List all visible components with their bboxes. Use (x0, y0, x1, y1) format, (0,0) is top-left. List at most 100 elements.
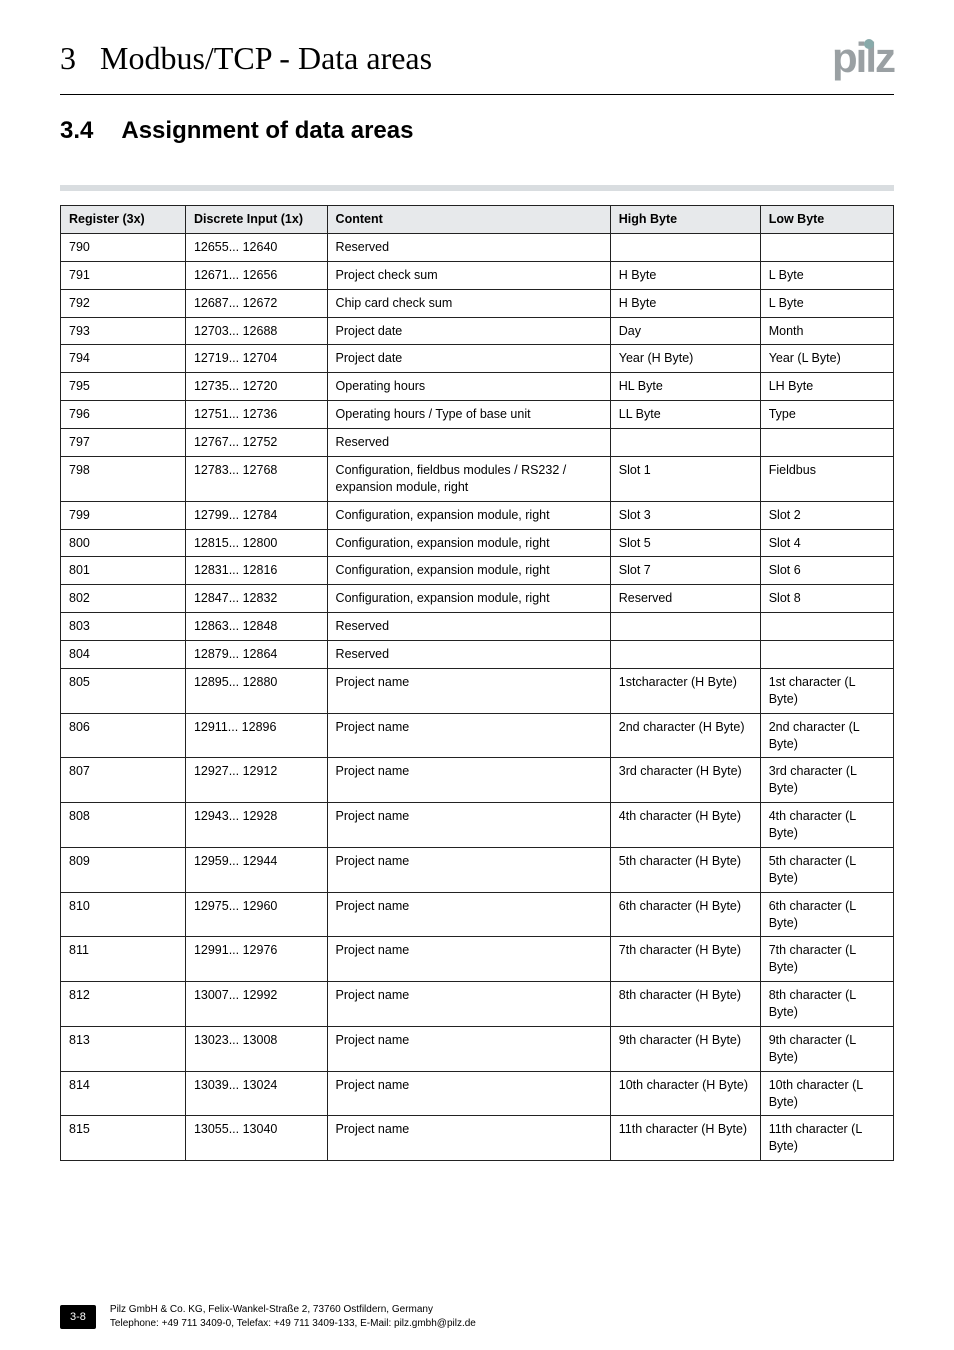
cell-reg: 815 (61, 1116, 186, 1161)
cell-content: Configuration, expansion module, right (327, 529, 610, 557)
chapter-title: Modbus/TCP - Data areas (100, 40, 432, 77)
cell-lb: Year (L Byte) (760, 345, 893, 373)
cell-di: 12831... 12816 (185, 557, 327, 585)
cell-reg: 790 (61, 233, 186, 261)
cell-di: 12847... 12832 (185, 585, 327, 613)
cell-reg: 814 (61, 1071, 186, 1116)
cell-lb: Slot 8 (760, 585, 893, 613)
cell-reg: 810 (61, 892, 186, 937)
brand-logo: pilz (820, 34, 894, 82)
cell-reg: 800 (61, 529, 186, 557)
cell-reg: 794 (61, 345, 186, 373)
cell-reg: 806 (61, 713, 186, 758)
cell-hb: 2nd character (H Byte) (610, 713, 760, 758)
cell-reg: 792 (61, 289, 186, 317)
cell-di: 12959... 12944 (185, 847, 327, 892)
cell-reg: 795 (61, 373, 186, 401)
table-row: 79412719... 12704Project dateYear (H Byt… (61, 345, 894, 373)
cell-content: Project date (327, 317, 610, 345)
th-low-byte: Low Byte (760, 206, 893, 234)
cell-lb: 9th character (L Byte) (760, 1026, 893, 1071)
cell-lb: 2nd character (L Byte) (760, 713, 893, 758)
table-row: 80412879... 12864Reserved (61, 641, 894, 669)
cell-di: 12735... 12720 (185, 373, 327, 401)
cell-di: 12991... 12976 (185, 937, 327, 982)
cell-lb: LH Byte (760, 373, 893, 401)
cell-di: 12975... 12960 (185, 892, 327, 937)
cell-lb: L Byte (760, 261, 893, 289)
cell-reg: 804 (61, 641, 186, 669)
cell-reg: 793 (61, 317, 186, 345)
table-row: 79912799... 12784Configuration, expansio… (61, 501, 894, 529)
cell-content: Operating hours (327, 373, 610, 401)
cell-di: 12895... 12880 (185, 668, 327, 713)
cell-reg: 811 (61, 937, 186, 982)
cell-lb: 1st character (L Byte) (760, 668, 893, 713)
cell-content: Reserved (327, 641, 610, 669)
table-row: 81112991... 12976Project name7th charact… (61, 937, 894, 982)
cell-hb: Reserved (610, 585, 760, 613)
cell-di: 12719... 12704 (185, 345, 327, 373)
cell-di: 13055... 13040 (185, 1116, 327, 1161)
cell-hb: 1stcharacter (H Byte) (610, 668, 760, 713)
cell-reg: 791 (61, 261, 186, 289)
cell-lb (760, 429, 893, 457)
cell-di: 12783... 12768 (185, 456, 327, 501)
cell-lb: Type (760, 401, 893, 429)
cell-content: Project name (327, 668, 610, 713)
table-row: 80512895... 12880Project name1stcharacte… (61, 668, 894, 713)
table-row: 80112831... 12816Configuration, expansio… (61, 557, 894, 585)
table-row: 80712927... 12912Project name3rd charact… (61, 758, 894, 803)
cell-hb (610, 641, 760, 669)
cell-hb: H Byte (610, 261, 760, 289)
cell-content: Project name (327, 892, 610, 937)
section-number: 3.4 (60, 117, 93, 145)
table-row: 79812783... 12768Configuration, fieldbus… (61, 456, 894, 501)
table-row: 81213007... 12992Project name8th charact… (61, 982, 894, 1027)
cell-reg: 803 (61, 613, 186, 641)
cell-lb: Slot 6 (760, 557, 893, 585)
cell-content: Project name (327, 758, 610, 803)
table-row: 81012975... 12960Project name6th charact… (61, 892, 894, 937)
cell-hb: Slot 5 (610, 529, 760, 557)
cell-reg: 807 (61, 758, 186, 803)
cell-di: 12687... 12672 (185, 289, 327, 317)
cell-content: Chip card check sum (327, 289, 610, 317)
cell-reg: 796 (61, 401, 186, 429)
table-row: 79212687... 12672Chip card check sumH By… (61, 289, 894, 317)
cell-di: 12799... 12784 (185, 501, 327, 529)
cell-content: Project date (327, 345, 610, 373)
th-register: Register (3x) (61, 206, 186, 234)
cell-hb (610, 613, 760, 641)
cell-content: Configuration, expansion module, right (327, 585, 610, 613)
cell-di: 12767... 12752 (185, 429, 327, 457)
cell-lb: Slot 4 (760, 529, 893, 557)
table-row: 81513055... 13040Project name11th charac… (61, 1116, 894, 1161)
th-discrete-input: Discrete Input (1x) (185, 206, 327, 234)
cell-hb: Year (H Byte) (610, 345, 760, 373)
table-row: 80212847... 12832Configuration, expansio… (61, 585, 894, 613)
cell-content: Project name (327, 713, 610, 758)
brand-text: pilz (832, 34, 894, 82)
cell-hb: Slot 1 (610, 456, 760, 501)
cell-reg: 797 (61, 429, 186, 457)
cell-hb: 4th character (H Byte) (610, 803, 760, 848)
cell-di: 12815... 12800 (185, 529, 327, 557)
page-footer: 3-8 Pilz GmbH & Co. KG, Felix-Wankel-Str… (0, 1303, 954, 1330)
cell-lb: 11th character (L Byte) (760, 1116, 893, 1161)
cell-content: Operating hours / Type of base unit (327, 401, 610, 429)
cell-di: 12671... 12656 (185, 261, 327, 289)
cell-lb: 5th character (L Byte) (760, 847, 893, 892)
cell-hb: Slot 7 (610, 557, 760, 585)
cell-hb (610, 429, 760, 457)
data-areas-table: Register (3x) Discrete Input (1x) Conten… (60, 205, 894, 1161)
cell-di: 12927... 12912 (185, 758, 327, 803)
cell-reg: 808 (61, 803, 186, 848)
footer-line-1: Pilz GmbH & Co. KG, Felix-Wankel-Straße … (110, 1303, 476, 1317)
cell-hb: Day (610, 317, 760, 345)
cell-content: Project name (327, 847, 610, 892)
cell-content: Project name (327, 937, 610, 982)
cell-hb: H Byte (610, 289, 760, 317)
cell-lb: Slot 2 (760, 501, 893, 529)
cell-hb: 5th character (H Byte) (610, 847, 760, 892)
